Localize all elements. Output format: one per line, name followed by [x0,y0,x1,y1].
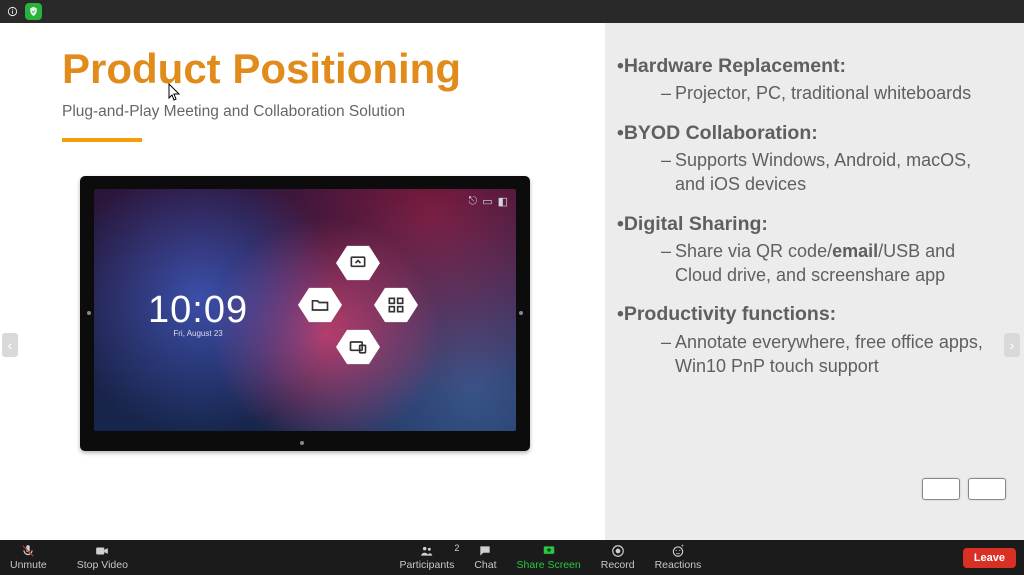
chat-button[interactable]: Chat [464,544,506,571]
presentation-slide: Product Positioning Plug-and-Play Meetin… [0,23,1024,540]
share-screen-button[interactable]: Share Screen [507,544,591,571]
display-date: Fri, August 23 [148,329,248,338]
slide-right-panel: •Hardware Replacement:–Projector, PC, tr… [605,23,1024,540]
display-screen: ⎋ ▭ ◧ 10:09 Fri, August 23 [94,189,516,431]
interactive-display-illustration: ⎋ ▭ ◧ 10:09 Fri, August 23 [80,176,530,451]
slide-title: Product Positioning [62,45,605,93]
bullet-heading: •Digital Sharing: [617,211,1006,237]
slide-left-panel: Product Positioning Plug-and-Play Meetin… [0,23,605,540]
bullet-heading: •Hardware Replacement: [617,53,1006,79]
bullet-subtext: –Annotate everywhere, free office apps, … [661,330,1006,379]
screen-share-hex-icon [336,244,380,282]
video-thumbnail[interactable] [968,478,1006,500]
network-icon: ⎋ [468,195,477,208]
record-button[interactable]: Record [591,544,645,571]
camera-icon: ▭ [482,195,492,208]
participants-count: 2 [454,543,459,553]
bullet-subtext: –Supports Windows, Android, macOS, and i… [661,148,1006,197]
info-badge-icon[interactable] [4,3,21,20]
bullet-heading: •BYOD Collaboration: [617,120,1006,146]
slide-prev-button[interactable]: ‹ [2,333,18,357]
video-thumbnail[interactable] [922,478,960,500]
stop-video-button[interactable]: Stop Video [67,544,138,571]
device-hex-icon [336,328,380,366]
display-app-launcher [294,244,422,372]
display-clock: 10:09 [148,289,248,332]
slide-next-button[interactable]: › [1004,333,1020,357]
participants-button[interactable]: 2 Participants [389,544,464,571]
bullet-subtext: –Share via QR code/email/USB and Cloud d… [661,239,1006,288]
wifi-icon: ◧ [498,195,508,208]
encryption-shield-icon[interactable] [25,3,42,20]
apps-hex-icon [374,286,418,324]
leave-button[interactable]: Leave [963,548,1016,568]
unmute-button[interactable]: Unmute [0,544,57,571]
zoom-toolbar: Unmute Stop Video 2 Participants Chat Sh… [0,540,1024,575]
bullet-subtext: –Projector, PC, traditional whiteboards [661,81,1006,105]
accent-underline [62,138,142,142]
slide-subtitle: Plug-and-Play Meeting and Collaboration … [62,103,605,121]
window-titlebar [0,0,1024,23]
bullet-heading: •Productivity functions: [617,301,1006,327]
display-status-icons: ⎋ ▭ ◧ [468,195,508,208]
folder-hex-icon [298,286,342,324]
bullet-list: •Hardware Replacement:–Projector, PC, tr… [617,53,1006,378]
reactions-button[interactable]: + Reactions [645,544,712,571]
svg-text:+: + [681,544,684,550]
